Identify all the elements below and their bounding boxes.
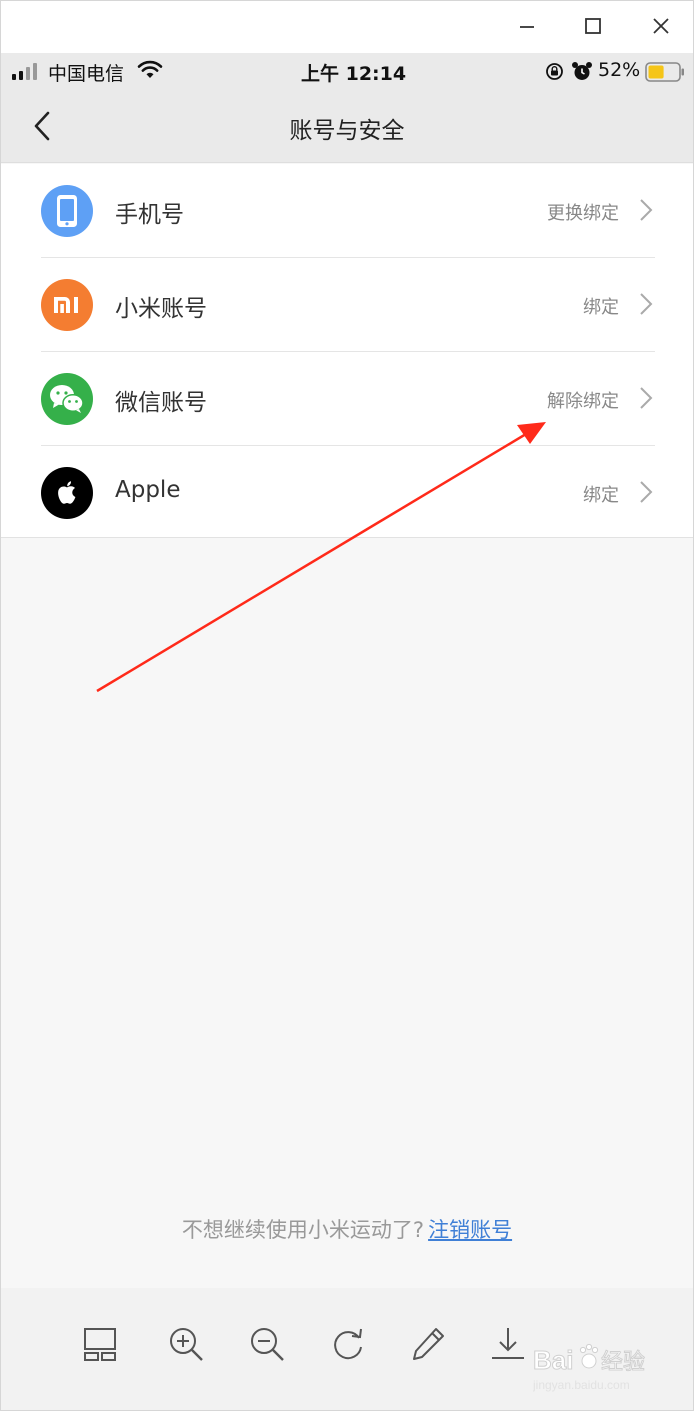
account-label: Apple [115,477,181,503]
battery-percent: 52% [598,59,641,81]
maximize-icon[interactable] [580,13,606,39]
edit-icon[interactable] [408,1324,448,1364]
rotation-lock-icon [546,63,563,80]
signal-icon [12,63,37,80]
battery-icon [645,62,684,82]
account-row-phone[interactable]: 手机号 更换绑定 [1,164,693,258]
account-action[interactable]: 绑定 [583,481,619,507]
watermark-suffix: 经验 [601,1350,645,1375]
zoom-in-icon[interactable] [166,1324,206,1364]
carrier-name: 中国电信 [48,63,125,85]
download-icon[interactable] [488,1324,528,1364]
window-title-bar [1,1,693,53]
phone-status-bar: 中国电信 上午 12:14 52% [1,53,693,89]
deregister-prompt: 不想继续使用小米运动了? 注销账号 [1,1214,693,1244]
page-title: 账号与安全 [289,118,405,144]
watermark-brand: Bai [533,1345,573,1375]
chevron-right-icon [640,387,653,409]
deregister-link[interactable]: 注销账号 [428,1218,512,1242]
close-icon[interactable] [648,13,674,39]
account-row-xiaomi[interactable]: 小米账号 绑定 [1,258,693,352]
wechat-icon [41,373,93,425]
status-time: 上午 12:14 [301,63,407,85]
baidu-jingyan-watermark: Bai 经验 jingyan.baidu.com [532,1337,663,1397]
account-label: 微信账号 [115,390,207,416]
wifi-icon [137,60,163,78]
deregister-text: 不想继续使用小米运动了? [181,1218,425,1242]
account-action[interactable]: 更换绑定 [547,199,619,225]
chevron-right-icon [640,293,653,315]
account-action[interactable]: 绑定 [583,293,619,319]
rotate-icon[interactable] [328,1324,368,1364]
app-frame: 中国电信 上午 12:14 52% 账号与安全 手机号 更换绑定 小米账号 绑定… [0,0,694,1411]
apple-icon [41,467,93,519]
account-row-apple[interactable]: Apple 绑定 [1,446,693,540]
account-label: 小米账号 [115,296,207,322]
account-label: 手机号 [115,202,184,228]
watermark-url: jingyan.baidu.com [533,1378,630,1392]
phone-icon [41,185,93,237]
paw-icon [579,1343,599,1369]
thumbnails-icon[interactable] [80,1324,120,1364]
alarm-icon [572,62,592,80]
account-row-wechat[interactable]: 微信账号 解除绑定 [1,352,693,446]
account-binding-list: 手机号 更换绑定 小米账号 绑定 微信账号 解除绑定 Apple 绑定 [1,164,693,538]
zoom-out-icon[interactable] [247,1324,287,1364]
chevron-right-icon [640,199,653,221]
chevron-right-icon [640,481,653,503]
mi-logo-icon [41,279,93,331]
minimize-icon[interactable] [514,13,540,39]
account-action[interactable]: 解除绑定 [547,387,619,413]
navigation-bar: 账号与安全 [1,89,693,163]
